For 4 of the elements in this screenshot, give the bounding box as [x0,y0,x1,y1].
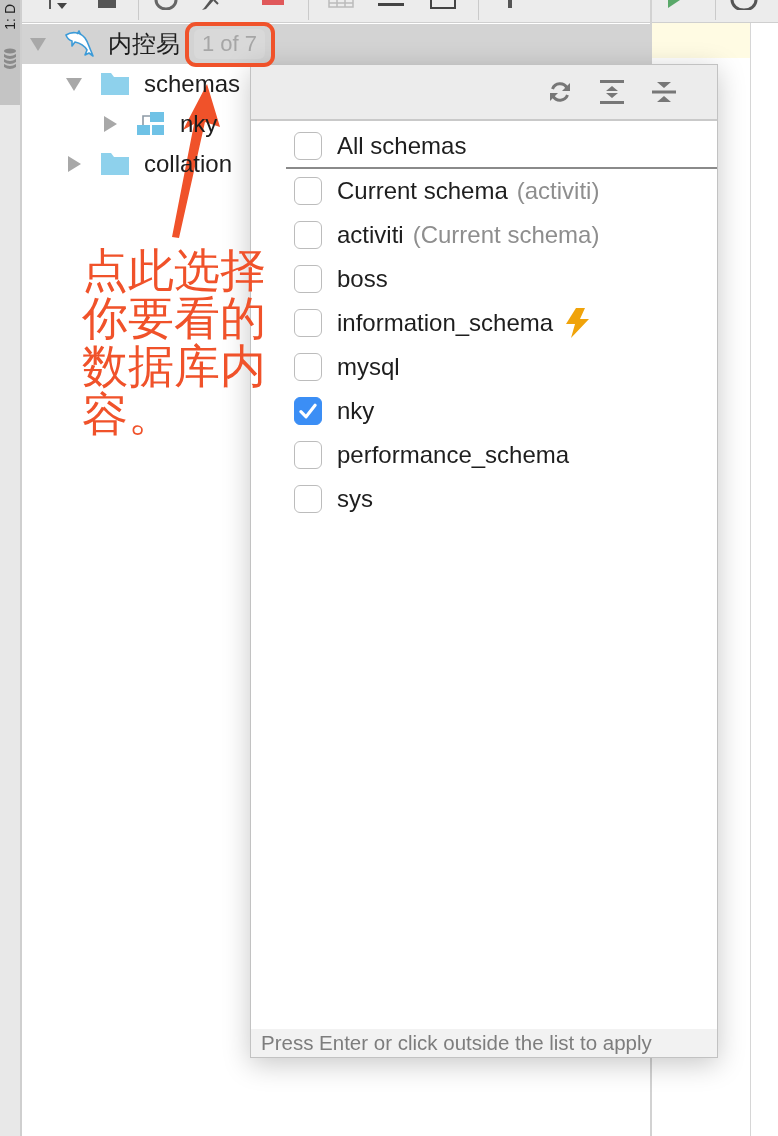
option-note: (Current schema) [412,221,600,249]
annotation-text: 点此选择你要看的数据库内容。 [82,246,266,438]
hint-text: Press Enter or click outside the list to apply [251,1029,717,1057]
option-note: (activiti) [516,177,600,205]
